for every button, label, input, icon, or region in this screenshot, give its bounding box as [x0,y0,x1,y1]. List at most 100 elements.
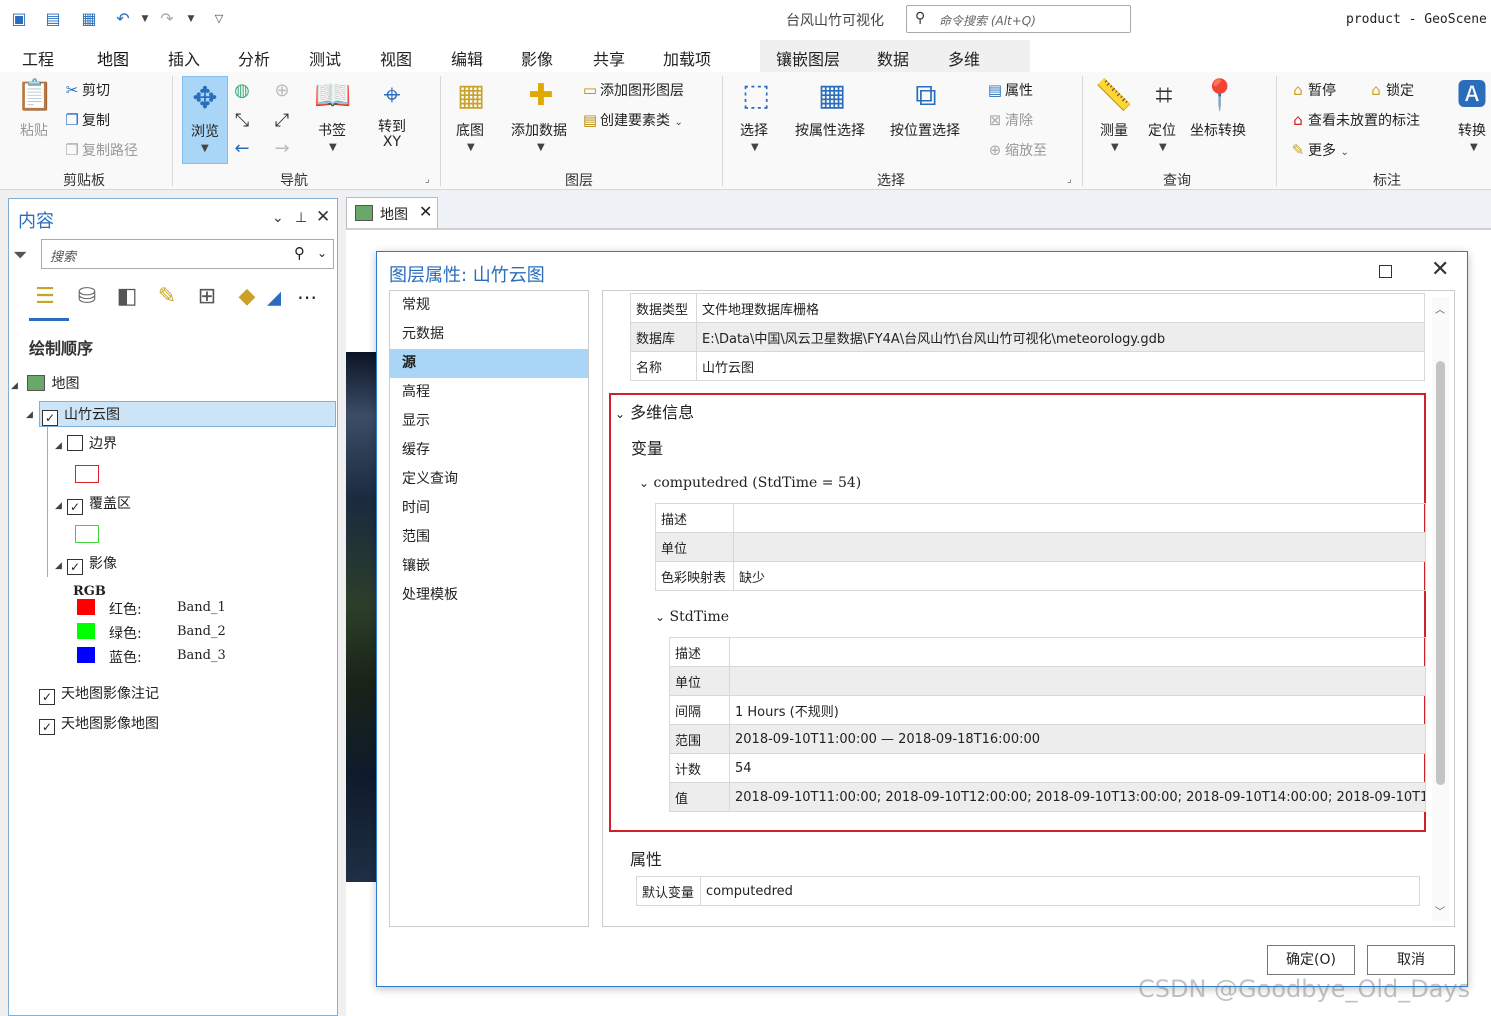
zoom-out-fixed-icon[interactable]: ⤢ [272,110,292,131]
chevron-down-icon[interactable]: ⌄ [317,246,327,260]
lock-labels-button[interactable]: ⌂ 锁定 [1366,80,1414,100]
tab-mosaic-layer[interactable]: 镶嵌图层 [776,46,840,70]
tab-project[interactable]: 工程 [22,46,54,70]
undo-dropdown-icon[interactable]: ▼ [134,9,156,29]
row-value[interactable] [729,637,1426,667]
tab-map[interactable]: 地图 [92,46,134,76]
tab-data[interactable]: 数据 [877,46,909,70]
open-project-icon[interactable]: ▤ [42,9,64,29]
pause-labeling-button[interactable]: ⌂ 暂停 [1288,80,1336,100]
convert-labels-button[interactable]: 转换 [1458,120,1486,140]
nav-item[interactable]: 缓存 [390,436,588,465]
locate-button[interactable]: 定位 [1148,120,1176,140]
band-color-swatch[interactable] [77,623,95,639]
browse-button[interactable]: ✥ 浏览 ▼ [182,76,228,164]
tab-test[interactable]: 测试 [309,46,341,70]
coverage-symbol-swatch[interactable] [75,525,99,543]
goto-xy-button[interactable]: 转到 XY [378,120,406,150]
tab-view[interactable]: 视图 [380,46,412,70]
row-value[interactable]: 2018-09-10T11:00:00 — 2018-09-18T16:00:0… [729,724,1426,754]
cut-button[interactable]: ✂ 剪切 [62,80,110,100]
tab-insert[interactable]: 插入 [168,46,200,70]
pin-icon[interactable]: ⊥ [295,210,307,226]
redo-icon[interactable]: ↷ [156,9,178,29]
tab-edit[interactable]: 编辑 [451,46,483,70]
bookmarks-button[interactable]: 书签 [318,120,346,140]
tab-multidimensional[interactable]: 多维 [948,46,980,70]
band-name[interactable]: Band_3 [177,648,226,663]
band-name[interactable]: Band_1 [177,600,226,615]
command-search-input[interactable]: ⚲ 命令搜索 (Alt+Q) [906,5,1131,33]
view-unplaced-labels-button[interactable]: ⌂ 查看未放置的标注 [1288,110,1420,130]
row-value[interactable]: computedred [700,876,1420,906]
dimension-section[interactable]: ⌄ StdTime [655,609,729,625]
checkbox[interactable]: ✓ [42,410,58,426]
basemap-button[interactable]: 底图 [456,120,484,140]
row-value[interactable]: 1 Hours (不规则) [729,695,1426,725]
list-by-source-icon[interactable]: ⛁ [73,283,101,311]
row-value[interactable] [733,503,1426,533]
expand-triangle-icon[interactable]: ◢ [55,553,67,579]
nav-item[interactable]: 显示 [390,407,588,436]
zoom-to-selection-icon[interactable]: ⊕ [272,80,292,101]
tree-item-map[interactable]: ◢ 地图 [11,371,79,397]
tree-item-tdt-map[interactable]: ✓ 天地图影像地图 [39,711,159,737]
copy-button[interactable]: ❐ 复制 [62,110,110,130]
nav-item[interactable]: 处理模板 [390,581,588,610]
next-extent-icon[interactable]: → [272,138,292,159]
band-color-swatch[interactable] [77,599,95,615]
map-view-tab[interactable]: 地图 ✕ [346,197,438,229]
customize-toolbar-icon[interactable]: ▽ [208,9,230,29]
select-button[interactable]: 选择 [740,120,768,140]
boundary-symbol-swatch[interactable] [75,465,99,483]
list-by-labeling-icon[interactable]: ◆ [233,283,261,311]
expand-triangle-icon[interactable]: ◢ [11,373,23,399]
coordinate-conversion-button[interactable]: 坐标转换 [1190,120,1246,140]
zoom-to-selection-button[interactable]: ⊕ 缩放至 [985,140,1047,160]
maximize-icon[interactable] [1379,265,1392,278]
previous-extent-icon[interactable]: ← [232,138,252,159]
redo-dropdown-icon[interactable]: ▼ [180,9,202,29]
checkbox[interactable]: ✓ [67,499,83,515]
new-project-icon[interactable]: ▣ [8,9,30,29]
row-value[interactable]: 文件地理数据库栅格 [696,293,1425,323]
scroll-down-icon[interactable]: ﹀ [1435,903,1445,918]
copy-path-button[interactable]: ❐ 复制路径 [62,140,138,160]
tab-imagery[interactable]: 影像 [521,46,553,70]
save-icon[interactable]: ▦ [78,9,100,29]
nav-item[interactable]: 时间 [390,494,588,523]
paste-button[interactable]: 粘贴 [20,120,48,140]
nav-item[interactable]: 镶嵌 [390,552,588,581]
close-icon[interactable]: ✕ [419,202,432,221]
measure-button[interactable]: 测量 [1100,120,1128,140]
select-by-location-button[interactable]: 按位置选择 [890,120,960,140]
create-feature-class-button[interactable]: ▤ 创建要素类 ⌄ [580,110,683,130]
satellite-image[interactable] [346,352,378,882]
add-data-button[interactable]: 添加数据 [511,120,567,140]
tab-addins[interactable]: 加载项 [663,46,711,70]
variable-section[interactable]: ⌄ computedred (StdTime = 54) [639,475,861,491]
pane-options-chevron-icon[interactable]: ⌄ [272,210,284,226]
row-value[interactable]: E:\Data\中国\风云卫星数据\FY4A\台风山竹\台风山竹可视化\mete… [696,322,1425,352]
band-name[interactable]: Band_2 [177,624,226,639]
expand-triangle-icon[interactable]: ◢ [55,493,67,519]
zoom-in-fixed-icon[interactable]: ⤡ [232,110,252,131]
nav-item[interactable]: 常规 [390,291,588,320]
row-value[interactable] [729,666,1426,696]
list-by-snapping-icon[interactable]: ⊞ [193,283,221,311]
list-by-drawing-order-icon[interactable]: ☰ [31,283,59,311]
row-value[interactable]: 54 [729,753,1426,783]
nav-item[interactable]: 定义查询 [390,465,588,494]
contents-search-input[interactable]: 搜索 ⚲ ⌄ [41,239,334,269]
nav-item[interactable]: 范围 [390,523,588,552]
cancel-button[interactable]: 取消 [1367,945,1455,975]
nav-item[interactable]: 元数据 [390,320,588,349]
nav-item[interactable]: 高程 [390,378,588,407]
tree-item-boundary[interactable]: ◢ 边界 [55,431,117,457]
row-value[interactable]: 山竹云图 [696,351,1425,381]
ok-button[interactable]: 确定(O) [1267,945,1355,975]
attributes-button[interactable]: ▤ 属性 [985,80,1033,100]
full-extent-icon[interactable]: ◍ [232,80,252,101]
tab-share[interactable]: 共享 [593,46,625,70]
expand-triangle-icon[interactable]: ◢ [26,402,38,428]
